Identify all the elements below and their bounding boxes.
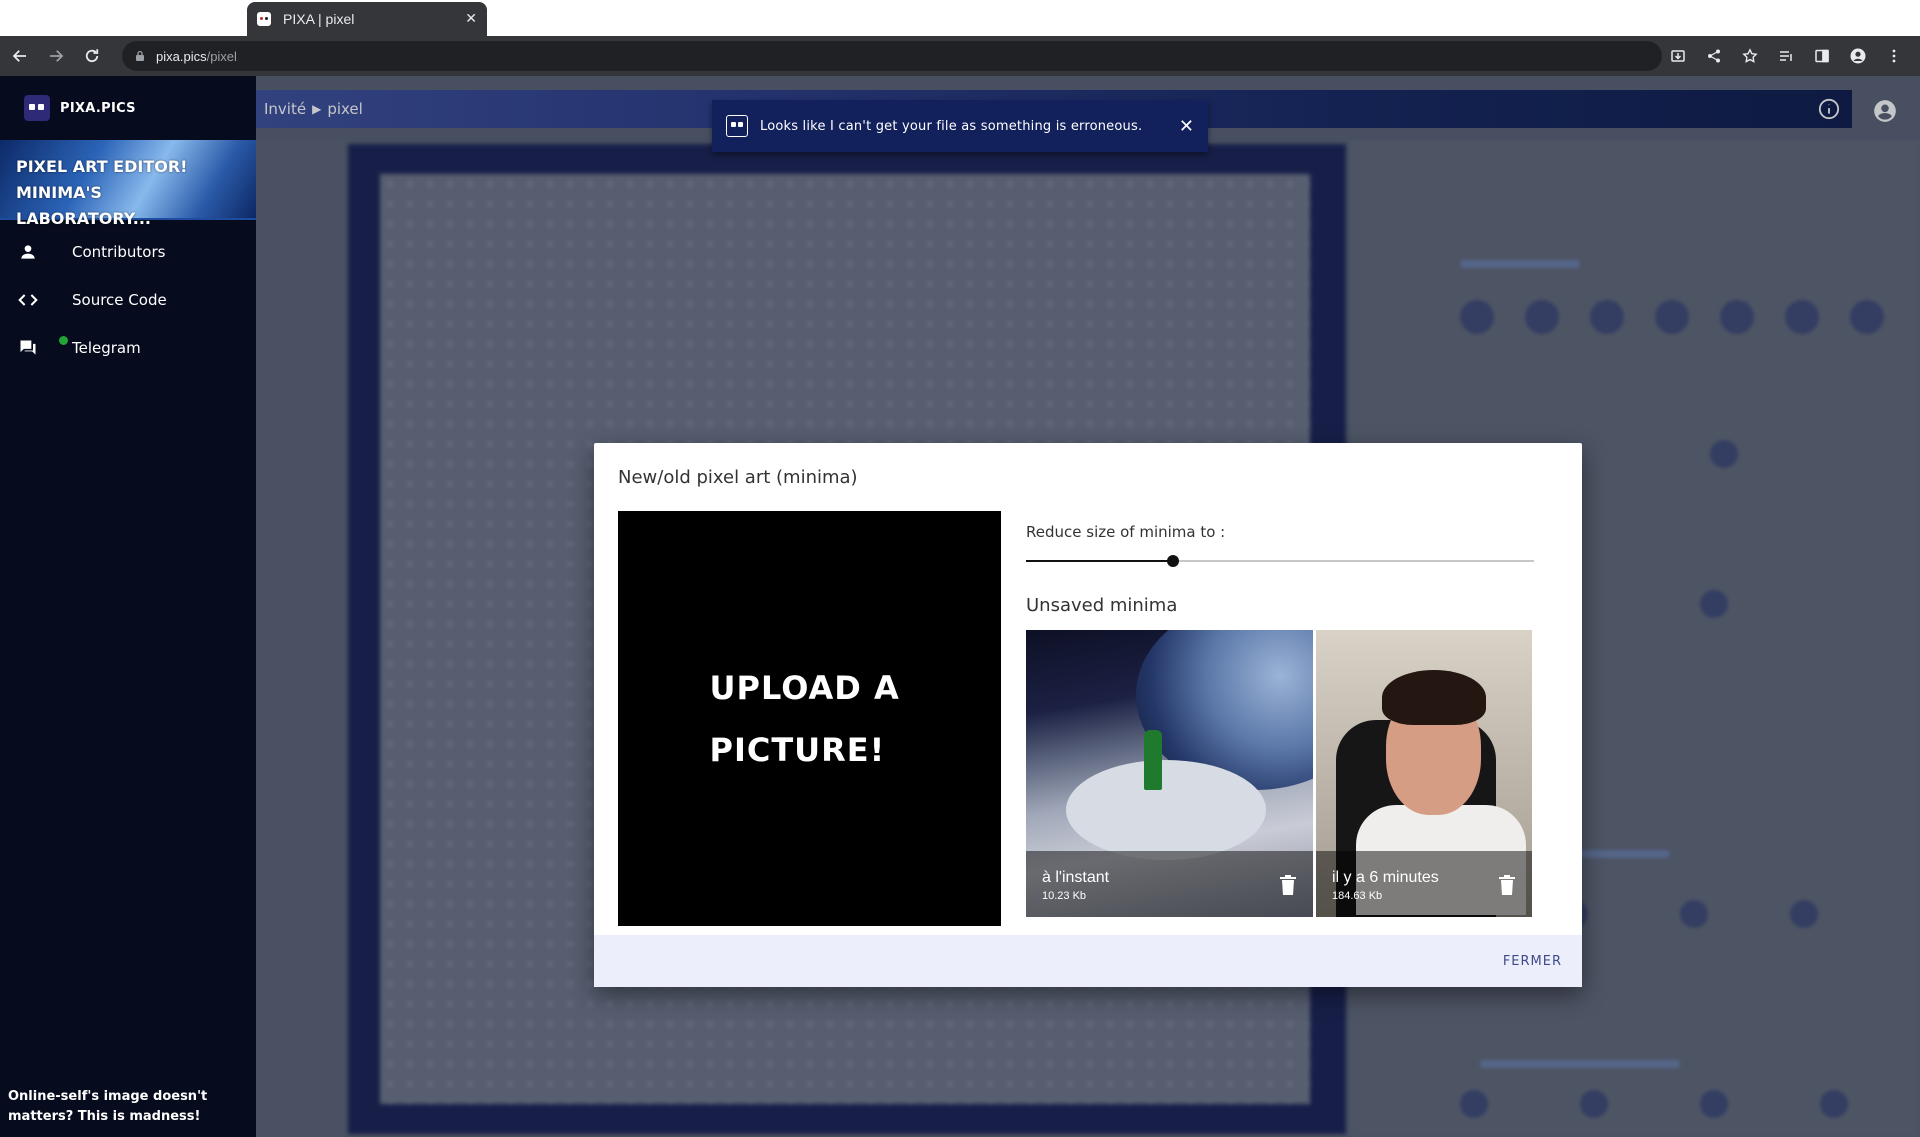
side-panel-icon[interactable] xyxy=(1806,40,1838,72)
lock-icon xyxy=(136,50,144,61)
brand[interactable]: PIXA.PICS xyxy=(0,76,256,140)
back-icon[interactable] xyxy=(4,40,36,72)
share-icon[interactable] xyxy=(1698,40,1730,72)
tab-close-icon[interactable]: ✕ xyxy=(465,11,477,27)
toast-close-icon[interactable]: ✕ xyxy=(1169,116,1194,137)
sidebar-item-source-code[interactable]: Source Code xyxy=(0,276,256,324)
trash-icon[interactable] xyxy=(1279,875,1297,895)
tab-title: PIXA | pixel xyxy=(283,11,355,27)
hair-image xyxy=(1382,670,1486,725)
browser-toolbar: pixa.pics/pixel xyxy=(0,36,1920,76)
trash-icon[interactable] xyxy=(1498,875,1516,895)
sidebar-item-telegram[interactable]: Telegram xyxy=(0,324,256,372)
toast-message: Looks like I can't get your file as some… xyxy=(760,118,1143,134)
reload-icon[interactable] xyxy=(76,40,108,72)
reduce-size-slider[interactable] xyxy=(1026,555,1534,567)
upload-text: UPLOAD A PICTURE! xyxy=(709,668,900,769)
brand-name: PIXA.PICS xyxy=(60,100,136,116)
app-root: Invité ▶ pixel PIXA.PICS PIXEL ART EDITO… xyxy=(0,76,1920,1137)
sidebar-item-contributors[interactable]: Contributors xyxy=(0,228,256,276)
error-toast: Looks like I can't get your file as some… xyxy=(712,100,1208,152)
new-pixel-art-dialog: New/old pixel art (minima) UPLOAD A PICT… xyxy=(594,443,1582,987)
online-status-dot xyxy=(59,336,68,345)
favicon-icon xyxy=(257,12,271,26)
close-dialog-button[interactable]: FERMER xyxy=(1503,954,1562,969)
thumb-caption: à l'instant 10.23 Kb xyxy=(1026,851,1313,917)
url-path: /pixel xyxy=(206,48,237,64)
slider-fill xyxy=(1026,560,1174,562)
thumb-time: il y a 6 minutes xyxy=(1332,869,1439,886)
reduce-size-label: Reduce size of minima to : xyxy=(1026,523,1226,541)
upload-picture-button[interactable]: UPLOAD A PICTURE! xyxy=(618,511,1001,926)
more-menu-icon[interactable] xyxy=(1878,40,1910,72)
thumb-size: 184.63 Kb xyxy=(1332,890,1383,902)
pixa-logo-icon xyxy=(24,95,50,121)
forward-icon[interactable] xyxy=(40,40,72,72)
chat-icon xyxy=(20,340,36,355)
sidebar-banner: PIXEL ART EDITOR! MINIMA'S LABORATORY... xyxy=(0,140,256,228)
reading-list-icon[interactable] xyxy=(1770,40,1802,72)
dialog-title: New/old pixel art (minima) xyxy=(618,467,858,488)
sidebar-item-label: Source Code xyxy=(72,291,167,309)
banner-line1: PIXEL ART EDITOR! xyxy=(16,157,188,176)
bottle-image xyxy=(1144,730,1162,790)
thumb-time: à l'instant xyxy=(1042,869,1110,886)
person-icon xyxy=(21,245,35,259)
astronaut-image xyxy=(1066,760,1266,860)
unsaved-minima-item[interactable]: il y a 6 minutes 184.63 Kb xyxy=(1316,630,1532,917)
sidebar: PIXA.PICS PIXEL ART EDITOR! MINIMA'S LAB… xyxy=(0,76,256,1137)
url-host: pixa.pics xyxy=(156,48,207,64)
slider-thumb[interactable] xyxy=(1167,555,1180,567)
pixa-logo-icon xyxy=(726,115,748,137)
install-app-icon[interactable] xyxy=(1662,40,1694,72)
thumb-caption: il y a 6 minutes 184.63 Kb xyxy=(1316,851,1532,917)
thumb-size: 10.23 Kb xyxy=(1042,890,1087,902)
browser-tabstrip: PIXA | pixel ✕ xyxy=(0,0,1920,36)
code-icon xyxy=(18,294,38,306)
dialog-actions: FERMER xyxy=(594,935,1582,987)
profile-icon[interactable] xyxy=(1842,40,1874,72)
sidebar-footer-quote: Online-self's image doesn't matters? Thi… xyxy=(8,1089,208,1124)
address-bar[interactable]: pixa.pics/pixel xyxy=(122,41,1662,71)
bookmark-star-icon[interactable] xyxy=(1734,40,1766,72)
sidebar-item-label: Telegram xyxy=(72,339,141,357)
sidebar-item-label: Contributors xyxy=(72,243,166,261)
browser-tab[interactable]: PIXA | pixel ✕ xyxy=(247,2,487,36)
unsaved-minima-item[interactable]: à l'instant 10.23 Kb xyxy=(1026,630,1313,917)
unsaved-minima-title: Unsaved minima xyxy=(1026,595,1178,616)
